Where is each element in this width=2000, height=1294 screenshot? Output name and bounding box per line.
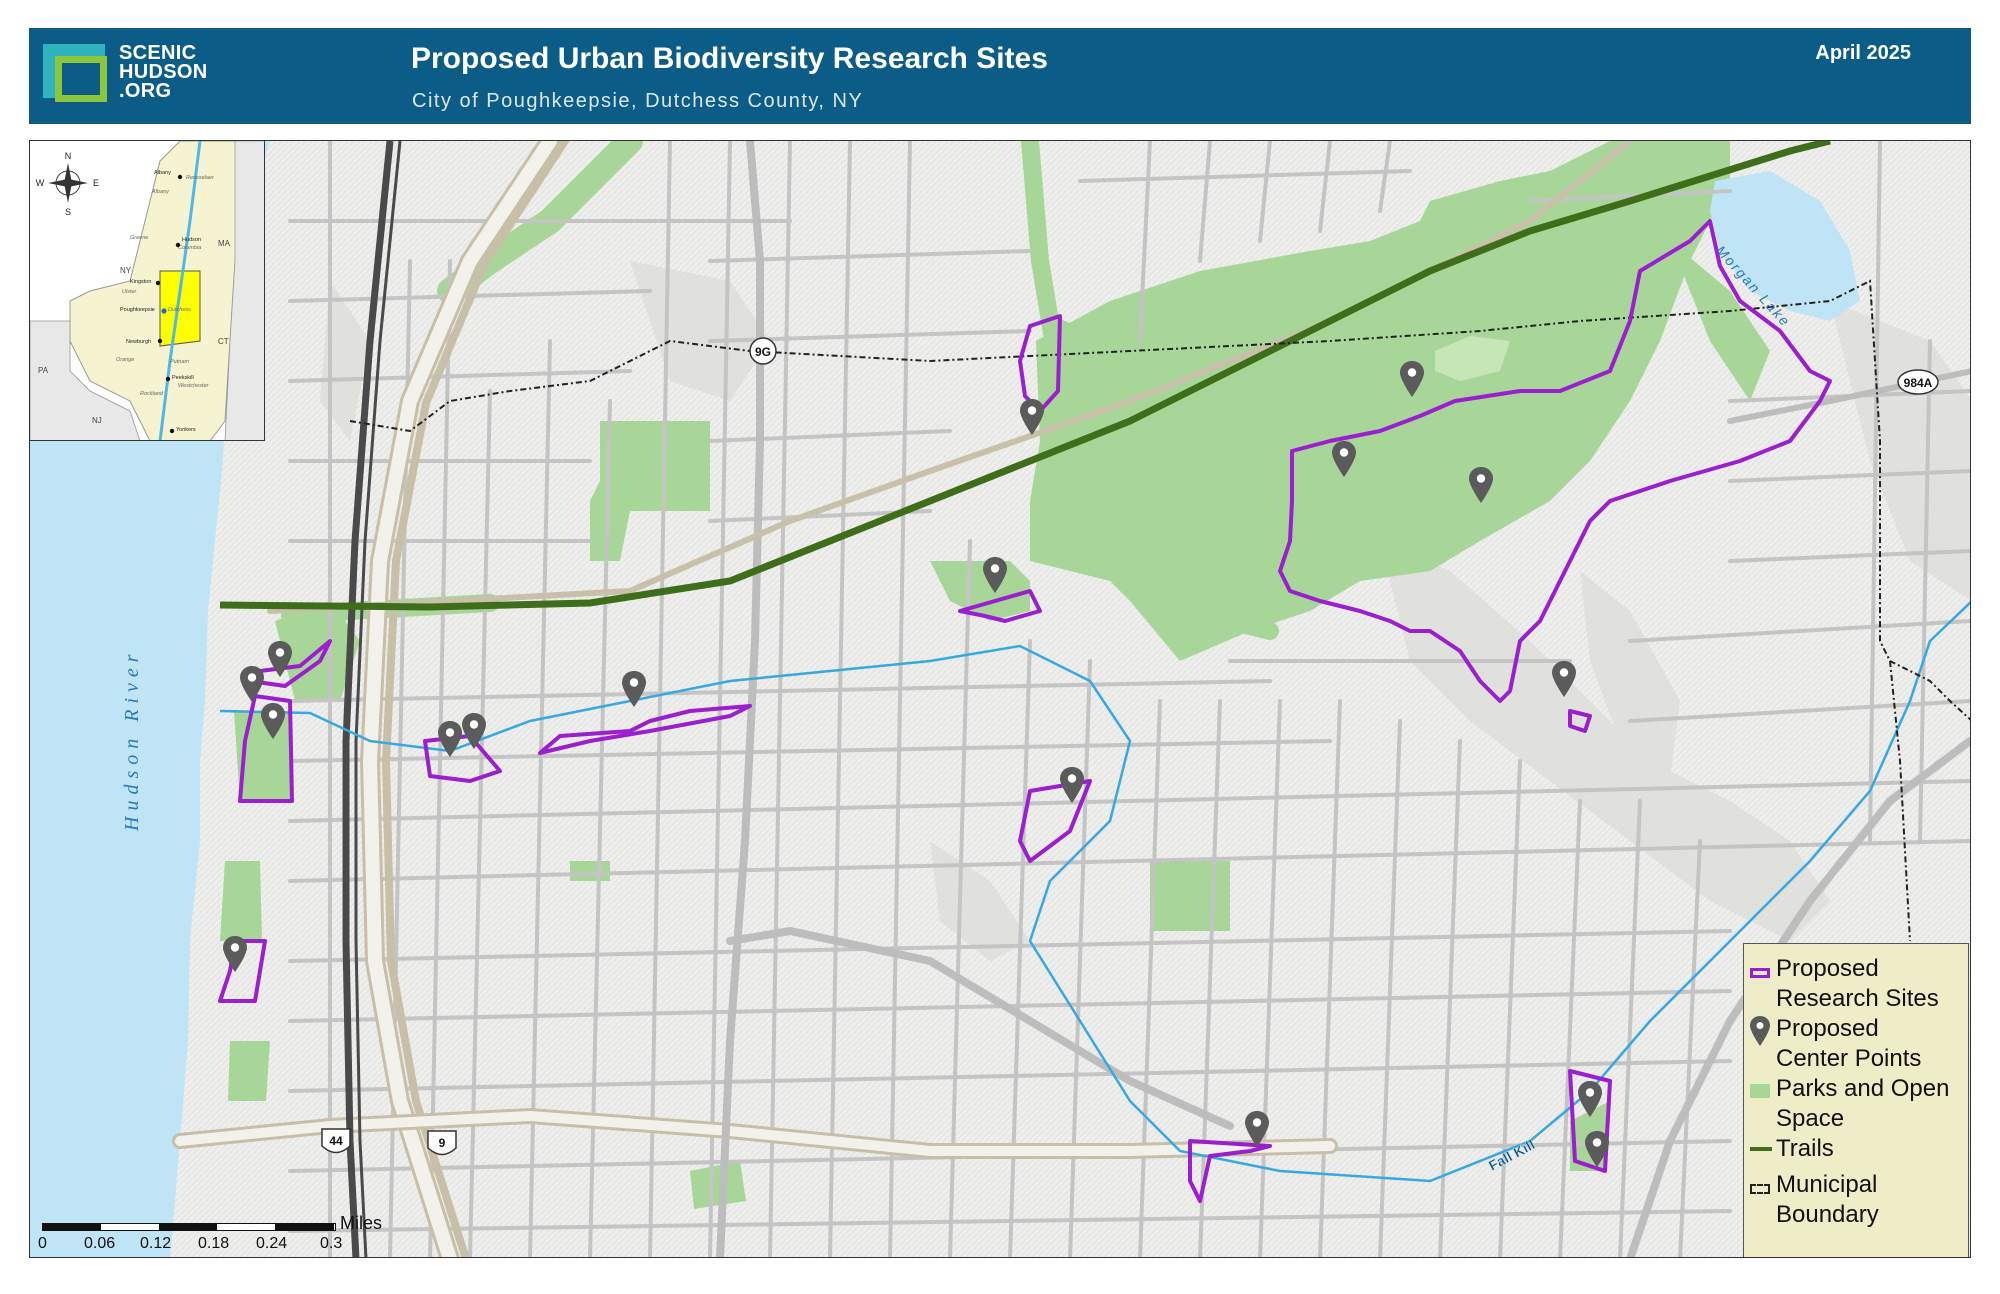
- svg-text:Putnam: Putnam: [170, 359, 189, 365]
- scale-tick: 0.3: [320, 1235, 343, 1252]
- route-shield-984a: 984A: [1897, 369, 1939, 395]
- svg-text:984A: 984A: [1904, 376, 1933, 390]
- scale-unit: Miles: [340, 1213, 383, 1233]
- scale-tick: 0.06: [84, 1235, 116, 1252]
- route-shield-44: 44: [321, 1128, 351, 1154]
- park-swatch-icon: [1750, 1084, 1770, 1098]
- map-pin-icon: [1750, 1016, 1770, 1046]
- svg-text:Dutchess: Dutchess: [168, 307, 191, 313]
- route-shield-9: 9: [427, 1130, 457, 1156]
- logo-text: SCENIC HUDSON .ORG: [119, 43, 207, 102]
- svg-text:N: N: [65, 151, 72, 161]
- research-site-swatch-icon: [1750, 968, 1770, 978]
- svg-text:W: W: [36, 178, 45, 188]
- svg-text:Peekskill: Peekskill: [172, 375, 194, 381]
- scenic-hudson-logo[interactable]: SCENIC HUDSON .ORG: [43, 43, 243, 110]
- scale-bar: Miles 0 0.06 0.12 0.18 0.24 0.3: [38, 1211, 382, 1255]
- svg-text:9G: 9G: [755, 345, 771, 359]
- svg-text:9: 9: [439, 1136, 446, 1150]
- map-legend: Proposed Research Sites Proposed Center …: [1743, 943, 1969, 1257]
- map-title: Proposed Urban Biodiversity Research Sit…: [411, 42, 1048, 75]
- map-subtitle: City of Poughkeepsie, Dutchess County, N…: [412, 90, 864, 112]
- svg-text:CT: CT: [218, 337, 229, 346]
- svg-text:NJ: NJ: [92, 416, 102, 425]
- svg-text:44: 44: [329, 1134, 343, 1148]
- river-label: Hudson River: [121, 648, 143, 832]
- legend-label-research-sites: Proposed Research Sites: [1776, 955, 1939, 1012]
- svg-text:Columbia: Columbia: [178, 245, 201, 251]
- scale-tick: 0.12: [140, 1235, 172, 1252]
- svg-text:NY: NY: [120, 266, 132, 275]
- svg-text:Rockland: Rockland: [140, 391, 164, 397]
- svg-text:Kingston: Kingston: [130, 279, 151, 285]
- svg-text:Yonkers: Yonkers: [176, 427, 196, 433]
- logo-line-3: .ORG: [119, 80, 172, 102]
- locator-inset: N S E W NY MA CT PA NJ Albany Rensselaer…: [30, 141, 265, 441]
- svg-text:Poughkeepsie: Poughkeepsie: [120, 307, 155, 313]
- svg-text:Greene: Greene: [130, 235, 148, 241]
- svg-text:MA: MA: [218, 239, 231, 248]
- svg-text:Albany: Albany: [154, 170, 171, 176]
- scale-tick: 0.24: [256, 1235, 288, 1252]
- scale-bar-frame: [42, 1223, 336, 1231]
- svg-text:Albany: Albany: [151, 189, 170, 195]
- legend-label-center-points: Proposed Center Points: [1776, 1015, 1922, 1072]
- route-shield-9g: 9G: [749, 337, 777, 365]
- legend-label-boundary: Municipal Boundary: [1776, 1171, 1879, 1228]
- svg-text:PA: PA: [38, 366, 49, 375]
- boundary-swatch-icon: [1750, 1184, 1770, 1194]
- map-canvas[interactable]: 9G 984A 44 9 Hudson River Morgan Lake Fa…: [30, 141, 1971, 1258]
- svg-text:Hudson: Hudson: [182, 237, 201, 243]
- scale-tick: 0.18: [198, 1235, 230, 1252]
- svg-text:E: E: [93, 178, 99, 188]
- svg-text:Westchester: Westchester: [178, 383, 210, 389]
- inset-map: N S E W NY MA CT PA NJ Albany Rensselaer…: [30, 141, 264, 440]
- scale-tick: 0: [38, 1235, 47, 1252]
- svg-text:Newburgh: Newburgh: [126, 339, 151, 345]
- legend-label-parks: Parks and Open Space: [1776, 1075, 1950, 1132]
- map-frame[interactable]: 9G 984A 44 9 Hudson River Morgan Lake Fa…: [29, 140, 1971, 1258]
- svg-text:Rensselaer: Rensselaer: [186, 175, 215, 181]
- map-date: April 2025: [1815, 42, 1911, 64]
- svg-text:Ulster: Ulster: [122, 289, 138, 295]
- trail-line-icon: [1750, 1147, 1772, 1151]
- map-header: SCENIC HUDSON .ORG Proposed Urban Biodiv…: [29, 28, 1971, 124]
- svg-text:Orange: Orange: [116, 357, 134, 363]
- logo-mark-inner: [55, 56, 107, 102]
- svg-text:S: S: [65, 207, 71, 217]
- legend-label-trails: Trails: [1776, 1135, 1834, 1162]
